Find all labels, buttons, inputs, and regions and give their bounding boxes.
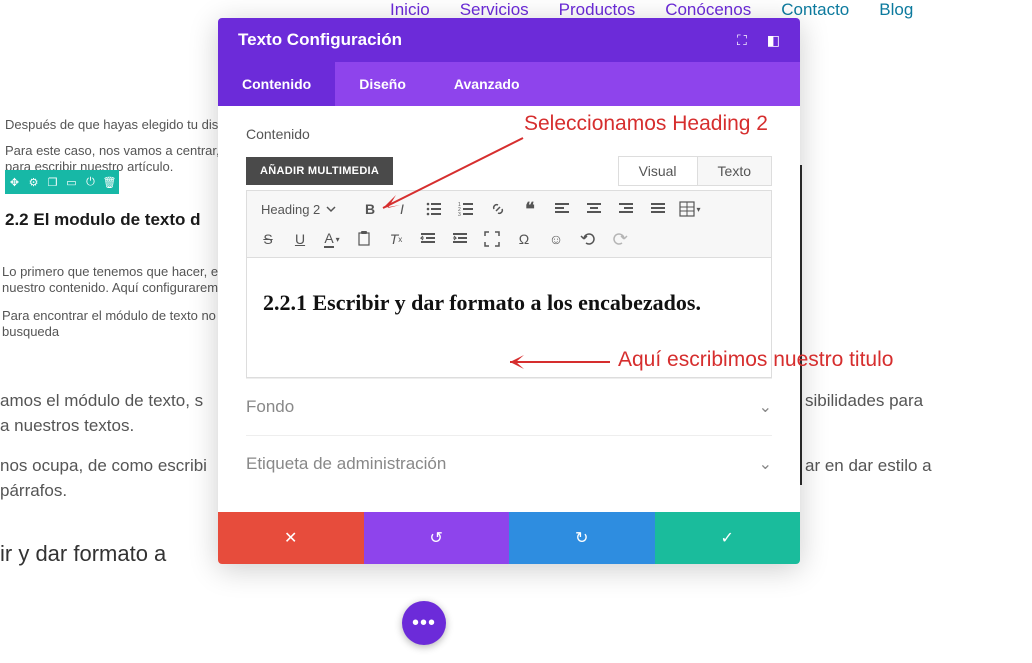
bg-body-text: amos el módulo de texto, s — [0, 388, 203, 414]
nav-item[interactable]: Blog — [879, 0, 913, 20]
add-media-button[interactable]: AÑADIR MULTIMEDIA — [246, 157, 393, 185]
accordion-admin-label[interactable]: Etiqueta de administración ⌄ — [246, 435, 772, 492]
nav-item[interactable]: Productos — [559, 0, 636, 20]
dots-icon: ••• — [412, 612, 436, 635]
bg-paragraph: nuestro contenido. Aquí configurarem — [2, 279, 218, 297]
strikethrough-icon[interactable]: S — [253, 225, 283, 253]
move-icon[interactable]: ✥ — [5, 170, 24, 194]
gear-icon[interactable]: ⚙ — [24, 170, 43, 194]
italic-icon[interactable]: I — [387, 195, 417, 223]
modal-footer: ✕ ↺ ↻ ✓ — [218, 512, 800, 564]
tab-design[interactable]: Diseño — [335, 62, 430, 106]
special-char-icon[interactable]: Ω — [509, 225, 539, 253]
numbered-list-icon[interactable]: 123 — [451, 195, 481, 223]
tab-advanced[interactable]: Avanzado — [430, 62, 544, 106]
module-toolbar: ✥ ⚙ ❐ ▭ ⏻ 🗑 — [5, 170, 119, 194]
fab-more-button[interactable]: ••• — [402, 601, 446, 645]
accordion-fondo[interactable]: Fondo ⌄ — [246, 378, 772, 435]
table-icon[interactable]: ▾ — [675, 195, 705, 223]
redo-icon[interactable] — [605, 225, 635, 253]
accordion-label: Etiqueta de administración — [246, 454, 446, 474]
duplicate-icon[interactable]: ❐ — [43, 170, 62, 194]
align-left-icon[interactable] — [547, 195, 577, 223]
nav-item[interactable]: Inicio — [390, 0, 430, 20]
svg-text:3: 3 — [458, 212, 461, 217]
chevron-down-icon: ⌄ — [759, 397, 772, 417]
bg-paragraph: Después de que hayas elegido tu dise — [5, 116, 225, 134]
background-nav: Inicio Servicios Productos Conócenos Con… — [390, 0, 913, 20]
underline-icon[interactable]: U — [285, 225, 315, 253]
clear-format-icon[interactable]: Tx — [381, 225, 411, 253]
format-select[interactable]: Heading 2 — [253, 199, 353, 220]
bg-paragraph: busqueda — [2, 323, 59, 341]
cancel-button[interactable]: ✕ — [218, 512, 364, 564]
undo-button[interactable]: ↺ — [364, 512, 510, 564]
nav-item[interactable]: Contacto — [781, 0, 849, 20]
text-color-icon[interactable]: A▾ — [317, 225, 347, 253]
wysiwyg-toolbar: Heading 2 B I 123 ❝ ▾ S U A▾ Tx — [246, 190, 772, 258]
redo-button[interactable]: ↻ — [509, 512, 655, 564]
editor-mode-tabs: Visual Texto — [618, 156, 772, 186]
annotation-text: Seleccionamos Heading 2 — [524, 112, 768, 136]
outdent-icon[interactable] — [413, 225, 443, 253]
bullet-list-icon[interactable] — [419, 195, 449, 223]
save-icon[interactable]: ▭ — [62, 170, 81, 194]
modal-tabs: Contenido Diseño Avanzado — [218, 62, 800, 106]
link-icon[interactable] — [483, 195, 513, 223]
align-justify-icon[interactable] — [643, 195, 673, 223]
bg-heading: 2.2 El modulo de texto d — [5, 210, 201, 230]
bold-icon[interactable]: B — [355, 195, 385, 223]
expand-icon[interactable]: ⛶ — [737, 32, 747, 49]
tab-content[interactable]: Contenido — [218, 62, 335, 106]
align-center-icon[interactable] — [579, 195, 609, 223]
modal-header[interactable]: Texto Configuración ⛶ ◧ — [218, 18, 800, 62]
power-icon[interactable]: ⏻ — [81, 170, 100, 194]
nav-item[interactable]: Conócenos — [665, 0, 751, 20]
fullscreen-icon[interactable] — [477, 225, 507, 253]
save-button[interactable]: ✓ — [655, 512, 801, 564]
editor-heading: 2.2.1 Escribir y dar formato a los encab… — [263, 286, 755, 319]
tab-visual[interactable]: Visual — [619, 157, 698, 185]
bg-body-text: sibilidades para — [805, 388, 923, 414]
modal-title: Texto Configuración — [238, 30, 402, 50]
emoji-icon[interactable]: ☺ — [541, 225, 571, 253]
text-settings-modal: Texto Configuración ⛶ ◧ Contenido Diseño… — [218, 18, 800, 564]
modal-body: Contenido AÑADIR MULTIMEDIA Visual Texto… — [218, 106, 800, 512]
bg-body-text: a nuestros textos. — [0, 413, 134, 439]
align-right-icon[interactable] — [611, 195, 641, 223]
annotation-text: Aquí escribimos nuestro titulo — [618, 346, 893, 373]
tab-text[interactable]: Texto — [698, 157, 771, 185]
undo-icon[interactable] — [573, 225, 603, 253]
indent-icon[interactable] — [445, 225, 475, 253]
bg-body-text: nos ocupa, de como escribi — [0, 453, 207, 479]
delete-icon[interactable]: 🗑 — [100, 170, 119, 194]
accordion-label: Fondo — [246, 397, 294, 417]
bg-section-title: ir y dar formato a — [0, 541, 166, 567]
bg-body-text: párrafos. — [0, 478, 67, 504]
snap-icon[interactable]: ◧ — [767, 32, 780, 49]
bg-body-text: ar en dar estilo a — [805, 453, 932, 479]
chevron-down-icon: ⌄ — [759, 454, 772, 474]
quote-icon[interactable]: ❝ — [515, 195, 545, 223]
nav-item[interactable]: Servicios — [460, 0, 529, 20]
paste-text-icon[interactable] — [349, 225, 379, 253]
